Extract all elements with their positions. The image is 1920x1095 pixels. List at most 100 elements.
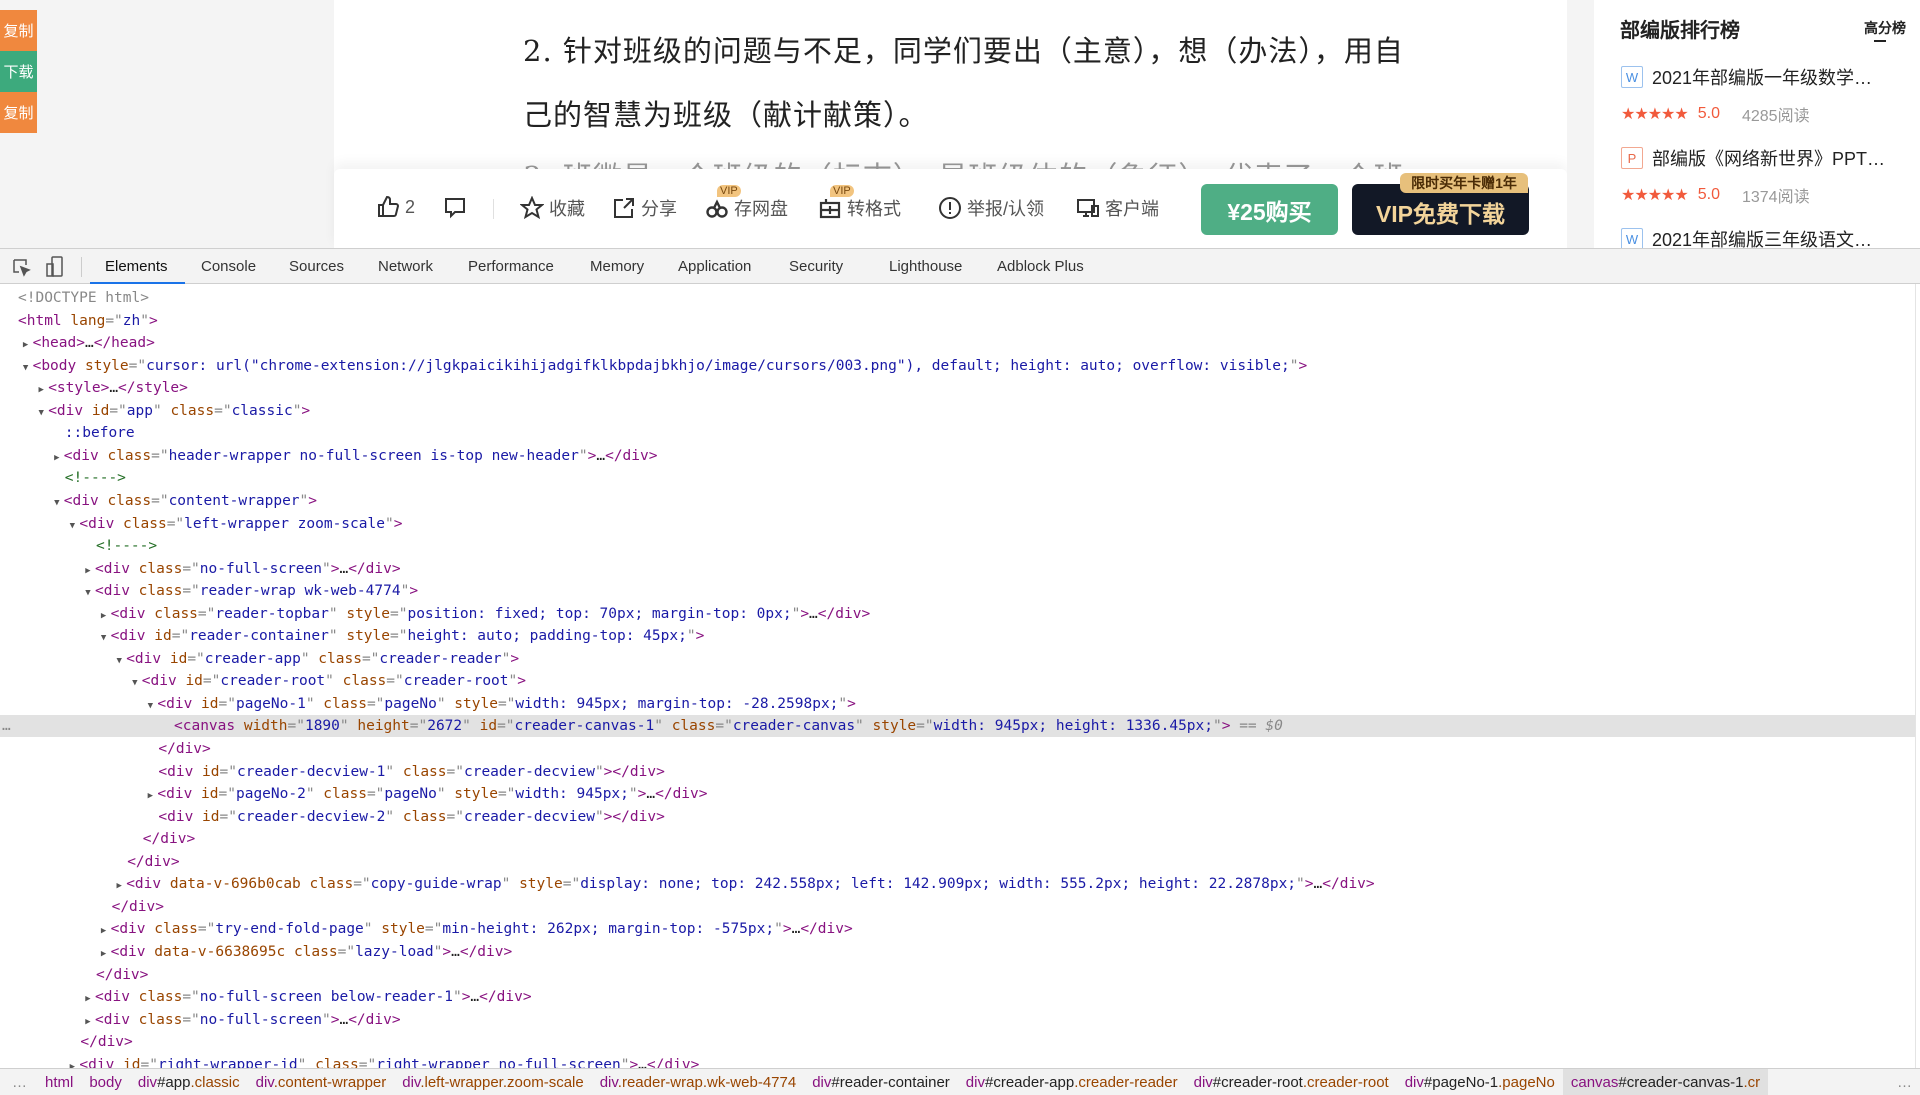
- tab-memory[interactable]: Memory: [590, 258, 644, 275]
- share-button[interactable]: 分享: [612, 195, 677, 221]
- collapsed-triangle-icon[interactable]: ▶: [50, 447, 64, 469]
- dom-node[interactable]: ▼ <div id="app" class="classic">: [0, 400, 1916, 422]
- tab-lighthouse[interactable]: Lighthouse: [889, 258, 962, 275]
- dom-node[interactable]: <div id="creader-decview-2" class="cread…: [0, 806, 1916, 828]
- dom-node[interactable]: ▼ <div id="creader-root" class="creader-r…: [0, 670, 1916, 692]
- dom-node[interactable]: </div>: [0, 828, 1916, 850]
- breadcrumb-item[interactable]: body: [81, 1069, 130, 1095]
- expanded-triangle-icon[interactable]: ▼: [128, 672, 142, 694]
- breadcrumb-item[interactable]: div#reader-container: [804, 1069, 958, 1095]
- buy-button[interactable]: ¥25购买: [1201, 184, 1338, 235]
- dom-node[interactable]: </div>: [0, 738, 1916, 760]
- client-button[interactable]: 客户端: [1076, 195, 1159, 221]
- breadcrumb-item[interactable]: div#creader-root.creader-root: [1186, 1069, 1397, 1095]
- inspect-element-icon[interactable]: [12, 258, 32, 278]
- breadcrumb-overflow-right[interactable]: …: [1897, 1074, 1912, 1091]
- collapsed-triangle-icon[interactable]: ▶: [65, 1056, 79, 1068]
- collapsed-triangle-icon[interactable]: ▶: [143, 785, 157, 807]
- dom-node[interactable]: ▶ <div id="right-wrapper-id" class="right…: [0, 1054, 1916, 1068]
- dom-node[interactable]: ::before: [0, 422, 1916, 444]
- expanded-triangle-icon[interactable]: ▼: [97, 627, 111, 649]
- report-button[interactable]: 举报/认领: [938, 195, 1044, 221]
- ranking-item[interactable]: W 2021年部编版三年级语文…: [1621, 226, 1872, 248]
- dom-node[interactable]: ▶ <div class="header-wrapper no-full-scre…: [0, 445, 1916, 467]
- tab-security[interactable]: Security: [789, 258, 843, 275]
- dom-node[interactable]: ▶ <div class="no-full-screen below-reader…: [0, 986, 1916, 1008]
- breadcrumb-item[interactable]: div.content-wrapper: [248, 1069, 395, 1095]
- copy-button-2[interactable]: 复制: [0, 92, 37, 133]
- dom-node[interactable]: ▶ <style>…</style>: [0, 377, 1916, 399]
- dom-node[interactable]: </div>: [0, 851, 1916, 873]
- dom-node[interactable]: </div>: [0, 964, 1916, 986]
- breadcrumb-item[interactable]: div#pageNo-1.pageNo: [1397, 1069, 1563, 1095]
- dom-node[interactable]: ▼ <div class="reader-wrap wk-web-4774">: [0, 580, 1916, 602]
- tab-application[interactable]: Application: [678, 258, 751, 275]
- scrollbar[interactable]: [1915, 284, 1920, 1068]
- convert-format-button[interactable]: 转格式 VIP: [818, 185, 901, 221]
- dom-node[interactable]: ▼ <div class="content-wrapper">: [0, 490, 1916, 512]
- ranking-item[interactable]: W 2021年部编版一年级数学…: [1621, 64, 1872, 90]
- dom-node[interactable]: ▼ <div class="left-wrapper zoom-scale">: [0, 513, 1916, 535]
- expanded-triangle-icon[interactable]: ▼: [19, 357, 33, 379]
- collect-button[interactable]: 收藏: [520, 195, 585, 221]
- tab-network[interactable]: Network: [378, 258, 433, 275]
- collapsed-triangle-icon[interactable]: ▶: [81, 560, 95, 582]
- breadcrumb-item[interactable]: html: [37, 1069, 81, 1095]
- dom-node[interactable]: ▼ <div id="creader-app" class="creader-re…: [0, 648, 1916, 670]
- share-label: 分享: [641, 199, 677, 219]
- expanded-triangle-icon[interactable]: ▼: [112, 650, 126, 672]
- dom-node[interactable]: ▶ <div class="no-full-screen">…</div>: [0, 558, 1916, 580]
- ranking-item[interactable]: P 部编版《网络新世界》PPT…: [1621, 145, 1885, 171]
- dom-node[interactable]: ▶ <div class="no-full-screen">…</div>: [0, 1009, 1916, 1031]
- dom-node[interactable]: ▼ <div id="pageNo-1" class="pageNo" style…: [0, 693, 1916, 715]
- download-button[interactable]: 下载: [0, 51, 37, 92]
- collapsed-triangle-icon[interactable]: ▶: [112, 875, 126, 897]
- more-options-icon[interactable]: …: [2, 715, 11, 737]
- dom-node[interactable]: ▶ <div data-v-6638695c class="lazy-load">…: [0, 941, 1916, 963]
- breadcrumb-overflow-left[interactable]: …: [12, 1074, 27, 1091]
- dom-node[interactable]: ▶ <div id="pageNo-2" class="pageNo" style…: [0, 783, 1916, 805]
- collapsed-triangle-icon[interactable]: ▶: [19, 334, 33, 356]
- collapsed-triangle-icon[interactable]: ▶: [34, 379, 48, 401]
- breadcrumb-item[interactable]: canvas#creader-canvas-1.cr: [1562, 1069, 1769, 1095]
- dom-node[interactable]: ▶ <div class="reader-topbar" style="posit…: [0, 603, 1916, 625]
- tab-sources[interactable]: Sources: [289, 258, 344, 275]
- expanded-triangle-icon[interactable]: ▼: [143, 695, 157, 717]
- expanded-triangle-icon[interactable]: ▼: [50, 492, 64, 514]
- collapsed-triangle-icon[interactable]: ▶: [97, 605, 111, 627]
- tab-high-score[interactable]: 高分榜: [1864, 18, 1906, 42]
- collapsed-triangle-icon[interactable]: ▶: [81, 1011, 95, 1033]
- collapsed-triangle-icon[interactable]: ▶: [97, 920, 111, 942]
- dom-node[interactable]: <!---->: [0, 535, 1916, 557]
- dom-node[interactable]: ▼ <body style="cursor: url("chrome-extens…: [0, 355, 1916, 377]
- dom-node[interactable]: <!---->: [0, 467, 1916, 489]
- comment-button[interactable]: [443, 195, 467, 219]
- like-button[interactable]: 2: [376, 195, 415, 219]
- expanded-triangle-icon[interactable]: ▼: [81, 582, 95, 604]
- dom-node[interactable]: </div>: [0, 1031, 1916, 1053]
- dom-node-selected[interactable]: … <canvas width="1890" height="2672" id="…: [0, 715, 1916, 738]
- tab-elements[interactable]: Elements: [105, 258, 168, 275]
- tab-adblock-plus[interactable]: Adblock Plus: [997, 258, 1084, 275]
- copy-button[interactable]: 复制: [0, 10, 37, 51]
- breadcrumb-item[interactable]: div#creader-app.creader-reader: [958, 1069, 1186, 1095]
- breadcrumb-item[interactable]: div.left-wrapper.zoom-scale: [394, 1069, 591, 1095]
- dom-node[interactable]: ▼ <div id="reader-container" style="heigh…: [0, 625, 1916, 647]
- dom-node[interactable]: <!DOCTYPE html>: [0, 287, 1916, 309]
- dom-node[interactable]: </div>: [0, 896, 1916, 918]
- dom-node[interactable]: ▶ <div data-v-696b0cab class="copy-guide-…: [0, 873, 1916, 895]
- device-toolbar-icon[interactable]: [46, 256, 64, 278]
- tab-console[interactable]: Console: [201, 258, 256, 275]
- dom-node[interactable]: ▶ <head>…</head>: [0, 332, 1916, 354]
- breadcrumb-item[interactable]: div#app.classic: [130, 1069, 248, 1095]
- dom-node[interactable]: <div id="creader-decview-1" class="cread…: [0, 761, 1916, 783]
- expanded-triangle-icon[interactable]: ▼: [65, 515, 79, 537]
- expanded-triangle-icon[interactable]: ▼: [34, 402, 48, 424]
- collapsed-triangle-icon[interactable]: ▶: [97, 943, 111, 965]
- collapsed-triangle-icon[interactable]: ▶: [81, 988, 95, 1010]
- save-to-disk-button[interactable]: 存网盘 VIP: [705, 185, 788, 221]
- dom-node[interactable]: <html lang="zh">: [0, 310, 1916, 332]
- tab-performance[interactable]: Performance: [468, 258, 554, 275]
- breadcrumb-item[interactable]: div.reader-wrap.wk-web-4774: [592, 1069, 804, 1095]
- dom-node[interactable]: ▶ <div class="try-end-fold-page" style="m…: [0, 918, 1916, 940]
